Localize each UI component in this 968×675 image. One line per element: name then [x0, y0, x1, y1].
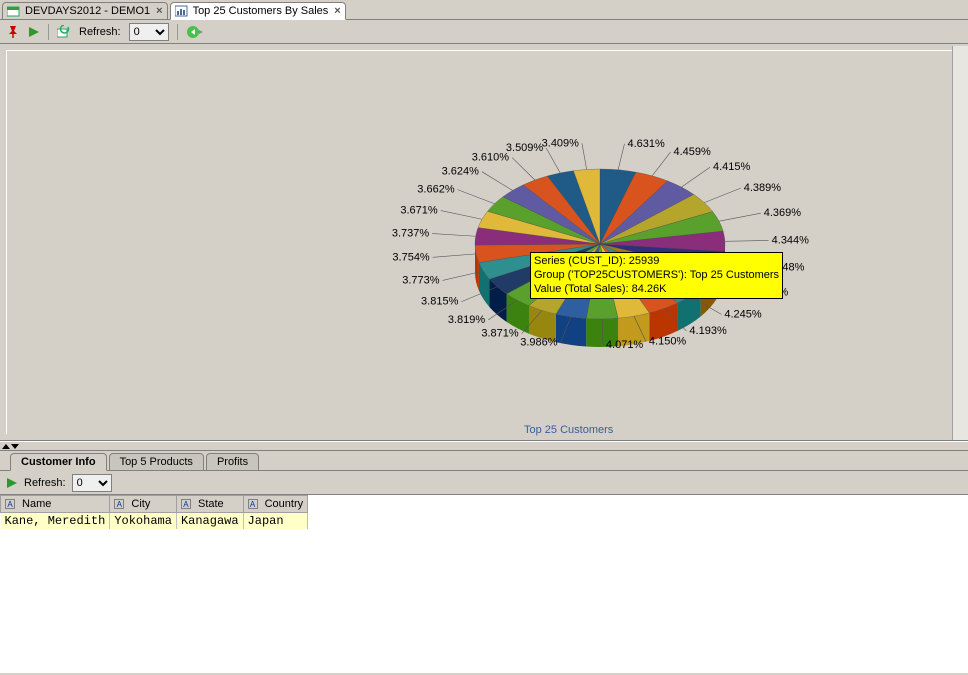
tab-devdays[interactable]: DEVDAYS2012 - DEMO1 ×	[2, 2, 168, 20]
svg-text:4.071%: 4.071%	[606, 339, 644, 351]
sort-icon[interactable]: A	[114, 499, 124, 509]
detail-toolbar: Refresh: 0	[0, 471, 968, 495]
close-icon[interactable]: ×	[334, 5, 340, 17]
detail-tabs: Customer Info Top 5 Products Profits	[0, 451, 968, 471]
report-icon	[175, 5, 189, 17]
run-icon[interactable]	[28, 26, 40, 38]
tooltip-line: Value (Total Sales): 84.26K	[534, 283, 779, 297]
svg-text:3.737%: 3.737%	[392, 228, 430, 240]
svg-text:4.459%: 4.459%	[674, 146, 712, 158]
pin-icon[interactable]	[6, 25, 20, 39]
refresh-icon[interactable]	[57, 25, 71, 39]
tab-top5-products[interactable]: Top 5 Products	[109, 453, 204, 471]
back-icon[interactable]	[186, 25, 204, 39]
column-header[interactable]: A State	[176, 496, 243, 513]
svg-text:4.415%: 4.415%	[713, 161, 751, 173]
column-header[interactable]: A Country	[243, 496, 308, 513]
tab-customer-info[interactable]: Customer Info	[10, 453, 107, 471]
data-grid[interactable]: A NameA CityA StateA Country Kane, Mered…	[0, 495, 968, 673]
column-header[interactable]: A Name	[1, 496, 110, 513]
chart-tooltip: Series (CUST_ID): 25939 Group ('TOP25CUS…	[530, 252, 783, 299]
scrollbar[interactable]	[952, 46, 968, 440]
svg-text:4.344%: 4.344%	[772, 234, 810, 246]
chart-pane: 4.631% 4.459%4.415% 4.389% 4.369% 4.344% 4.24…	[0, 44, 968, 441]
refresh-label: Refresh:	[24, 477, 66, 489]
svg-text:3.409%: 3.409%	[542, 137, 580, 149]
cell: Japan	[243, 513, 308, 530]
svg-text:4.389%: 4.389%	[744, 182, 782, 194]
svg-text:3.986%: 3.986%	[520, 336, 558, 348]
svg-text:4.150%: 4.150%	[649, 335, 687, 347]
sort-icon[interactable]: A	[5, 499, 15, 509]
pie-chart[interactable]: 4.631%4.459%4.415%4.389%4.369%4.344%4.24…	[400, 114, 800, 394]
close-icon[interactable]: ×	[156, 5, 162, 17]
tab-top25[interactable]: Top 25 Customers By Sales ×	[170, 2, 346, 20]
cell: Kanagawa	[176, 513, 243, 530]
column-header[interactable]: A City	[110, 496, 177, 513]
svg-text:3.662%: 3.662%	[417, 184, 455, 196]
collapse-down-icon[interactable]	[11, 444, 19, 449]
svg-text:3.773%: 3.773%	[402, 274, 440, 286]
tooltip-line: Series (CUST_ID): 25939	[534, 255, 779, 269]
sql-icon	[7, 5, 21, 17]
sort-icon[interactable]: A	[248, 499, 258, 509]
table-row[interactable]: Kane, MeredithYokohamaKanagawaJapan	[1, 513, 308, 530]
tooltip-line: Group ('TOP25CUSTOMERS'): Top 25 Custome…	[534, 269, 779, 283]
svg-text:3.509%: 3.509%	[506, 142, 544, 154]
editor-tabs: DEVDAYS2012 - DEMO1 × Top 25 Customers B…	[0, 0, 968, 20]
refresh-label: Refresh:	[79, 26, 121, 38]
tab-label: Top 25 Customers By Sales	[193, 5, 329, 17]
sort-icon[interactable]: A	[181, 499, 191, 509]
collapse-up-icon[interactable]	[2, 444, 10, 449]
svg-text:3.871%: 3.871%	[481, 328, 519, 340]
refresh-interval[interactable]: 0	[72, 474, 112, 492]
svg-text:3.610%: 3.610%	[472, 152, 510, 164]
main-toolbar: Refresh: 0	[0, 20, 968, 44]
svg-text:4.369%: 4.369%	[764, 207, 802, 219]
svg-text:4.193%: 4.193%	[689, 325, 727, 337]
svg-text:3.624%: 3.624%	[442, 166, 480, 178]
chart-title: Top 25 Customers	[524, 424, 613, 436]
svg-text:3.754%: 3.754%	[392, 251, 430, 263]
run-icon[interactable]	[6, 477, 18, 489]
svg-text:3.819%: 3.819%	[448, 314, 486, 326]
cell: Kane, Meredith	[1, 513, 110, 530]
svg-text:4.631%: 4.631%	[627, 138, 665, 150]
svg-text:4.245%: 4.245%	[724, 308, 762, 320]
cell: Yokohama	[110, 513, 177, 530]
svg-text:3.815%: 3.815%	[421, 296, 459, 308]
splitter[interactable]	[0, 441, 968, 451]
svg-text:3.671%: 3.671%	[400, 205, 438, 217]
tab-profits[interactable]: Profits	[206, 453, 259, 471]
tab-label: DEVDAYS2012 - DEMO1	[25, 5, 150, 17]
refresh-interval[interactable]: 0	[129, 23, 169, 41]
